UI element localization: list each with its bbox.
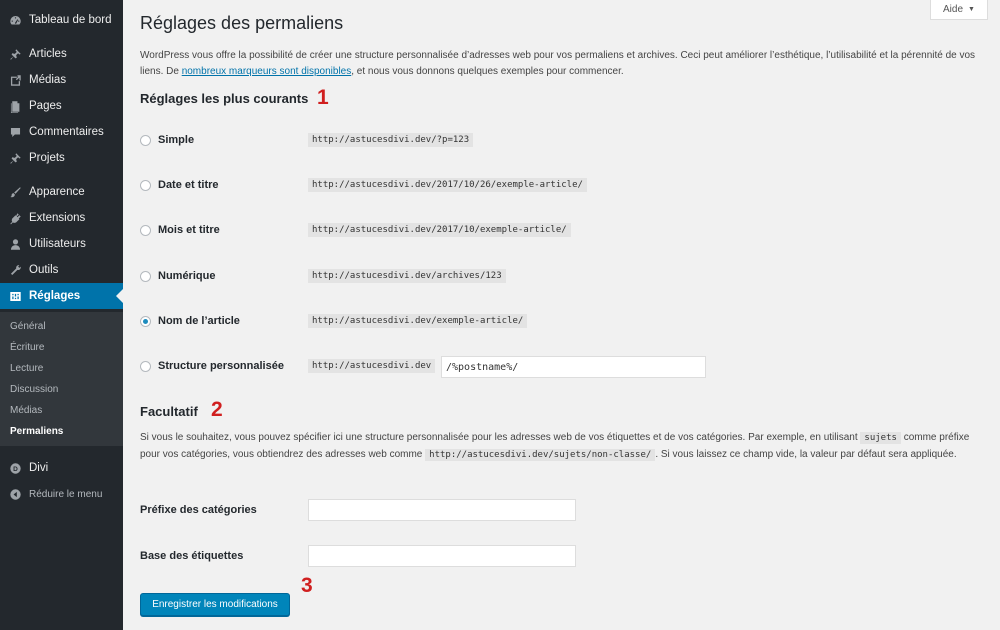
common-settings-heading: Réglages les plus courants <box>140 91 309 106</box>
pushpin-icon <box>8 47 22 61</box>
radio-plain[interactable] <box>140 135 151 146</box>
option-month-name-example: http://astucesdivi.dev/2017/10/exemple-a… <box>308 223 571 237</box>
menu-divi-label: Divi <box>29 462 49 474</box>
radio-day-name[interactable] <box>140 180 151 191</box>
wrench-icon <box>8 263 22 277</box>
radio-post-name[interactable] <box>140 316 151 327</box>
collapse-menu-button[interactable]: Réduire le menu <box>0 481 123 507</box>
menu-plugins[interactable]: Extensions <box>0 205 123 231</box>
menu-appearance-label: Apparence <box>29 186 85 198</box>
category-base-input[interactable] <box>308 499 576 521</box>
submenu-media[interactable]: Médias <box>10 405 42 416</box>
menu-projects-label: Projets <box>29 152 65 164</box>
radio-custom-structure[interactable] <box>140 361 151 372</box>
menu-pages[interactable]: Pages <box>0 93 123 119</box>
submenu-discussion[interactable]: Discussion <box>10 384 58 395</box>
custom-structure-base: http://astucesdivi.dev <box>308 359 436 373</box>
menu-dashboard[interactable]: Tableau de bord <box>0 7 123 33</box>
submenu-reading[interactable]: Lecture <box>10 363 43 374</box>
menu-settings[interactable]: Réglages <box>0 283 123 309</box>
custom-structure-input[interactable]: /%postname%/ <box>441 356 706 378</box>
menu-plugins-label: Extensions <box>29 212 86 224</box>
collapse-menu-label: Réduire le menu <box>29 488 103 500</box>
option-day-name-example: http://astucesdivi.dev/2017/10/26/exempl… <box>308 178 587 192</box>
optional-heading: Facultatif <box>140 404 198 419</box>
menu-settings-label: Réglages <box>29 290 81 302</box>
menu-comments-label: Commentaires <box>29 126 104 138</box>
page-title: Réglages des permaliens <box>140 13 344 33</box>
option-post-name-label: Nom de l’article <box>158 315 240 327</box>
category-base-label: Préfixe des catégories <box>140 504 257 516</box>
option-plain-example: http://astucesdivi.dev/?p=123 <box>308 133 474 147</box>
caret-down-icon: ▼ <box>968 6 975 13</box>
menu-tools-label: Outils <box>29 264 59 276</box>
annotation-marker-1: 1 <box>317 86 329 109</box>
settings-sliders-icon <box>8 289 22 303</box>
menu-media[interactable]: Médias <box>0 67 123 93</box>
optional-text-1: Si vous le souhaitez, vous pouvez spécif… <box>140 432 861 443</box>
optional-text-3: . Si vous laissez ce champ vide, la vale… <box>655 448 957 460</box>
optional-code-sujets: sujets <box>860 432 901 444</box>
option-custom-label: Structure personnalisée <box>158 360 284 372</box>
main-content: Aide ▼ Réglages des permaliens WordPress… <box>123 0 1000 630</box>
dashboard-icon <box>8 13 22 27</box>
menu-posts-label: Articles <box>29 48 67 60</box>
menu-media-label: Médias <box>29 74 67 86</box>
comment-icon <box>8 125 22 139</box>
svg-text:D: D <box>13 466 18 473</box>
option-post-name-example: http://astucesdivi.dev/exemple-article/ <box>308 314 528 328</box>
admin-sidebar: Tableau de bord Articles Médias Pages Co… <box>0 0 123 630</box>
annotation-marker-2: 2 <box>211 398 223 421</box>
option-plain[interactable]: Simple http://astucesdivi.dev/?p=123 <box>140 131 990 151</box>
help-tab-button[interactable]: Aide ▼ <box>930 0 988 20</box>
menu-appearance[interactable]: Apparence <box>0 179 123 205</box>
option-numeric-example: http://astucesdivi.dev/archives/123 <box>308 269 506 283</box>
option-post-name[interactable]: Nom de l’article http://astucesdivi.dev/… <box>140 312 990 332</box>
media-icon <box>8 73 22 87</box>
menu-comments[interactable]: Commentaires <box>0 119 123 145</box>
optional-code-example-url: http://astucesdivi.dev/sujets/non-classe… <box>425 448 656 461</box>
tag-base-input[interactable] <box>308 545 576 567</box>
optional-description: Si vous le souhaitez, vous pouvez spécif… <box>140 430 980 463</box>
option-month-name-label: Mois et titre <box>158 224 220 236</box>
help-tab-label: Aide <box>943 4 964 15</box>
menu-projects[interactable]: Projets <box>0 145 123 171</box>
option-numeric[interactable]: Numérique http://astucesdivi.dev/archive… <box>140 267 990 287</box>
menu-dashboard-label: Tableau de bord <box>29 14 112 26</box>
submenu-general[interactable]: Général <box>10 321 46 332</box>
radio-numeric[interactable] <box>140 271 151 282</box>
menu-pages-label: Pages <box>29 100 62 112</box>
option-month-name[interactable]: Mois et titre http://astucesdivi.dev/201… <box>140 221 990 241</box>
menu-tools[interactable]: Outils <box>0 257 123 283</box>
paintbrush-icon <box>8 185 22 199</box>
option-day-name[interactable]: Date et titre http://astucesdivi.dev/201… <box>140 176 990 196</box>
intro-text: WordPress vous offre la possibilité de c… <box>140 48 980 79</box>
intro-text-after: , et nous vous donnons quelques exemples… <box>351 65 624 77</box>
pushpin-icon <box>8 151 22 165</box>
option-plain-label: Simple <box>158 134 195 146</box>
option-numeric-label: Numérique <box>158 270 216 282</box>
submenu-writing[interactable]: Écriture <box>10 342 44 353</box>
collapse-arrow-icon <box>8 487 22 501</box>
settings-submenu: Général Écriture Lecture Discussion Médi… <box>0 312 123 446</box>
menu-users-label: Utilisateurs <box>29 238 86 250</box>
save-changes-button[interactable]: Enregistrer les modifications <box>140 593 290 616</box>
menu-divi[interactable]: D Divi <box>0 455 123 481</box>
pages-icon <box>8 99 22 113</box>
option-day-name-label: Date et titre <box>158 179 219 191</box>
menu-posts[interactable]: Articles <box>0 41 123 67</box>
annotation-marker-3: 3 <box>301 574 313 597</box>
tags-docs-link[interactable]: nombreux marqueurs sont disponibles <box>182 66 352 77</box>
divi-icon: D <box>8 461 22 475</box>
submenu-permalinks[interactable]: Permaliens <box>10 426 63 437</box>
plugin-icon <box>8 211 22 225</box>
menu-users[interactable]: Utilisateurs <box>0 231 123 257</box>
tag-base-label: Base des étiquettes <box>140 550 244 562</box>
users-icon <box>8 237 22 251</box>
radio-month-name[interactable] <box>140 225 151 236</box>
